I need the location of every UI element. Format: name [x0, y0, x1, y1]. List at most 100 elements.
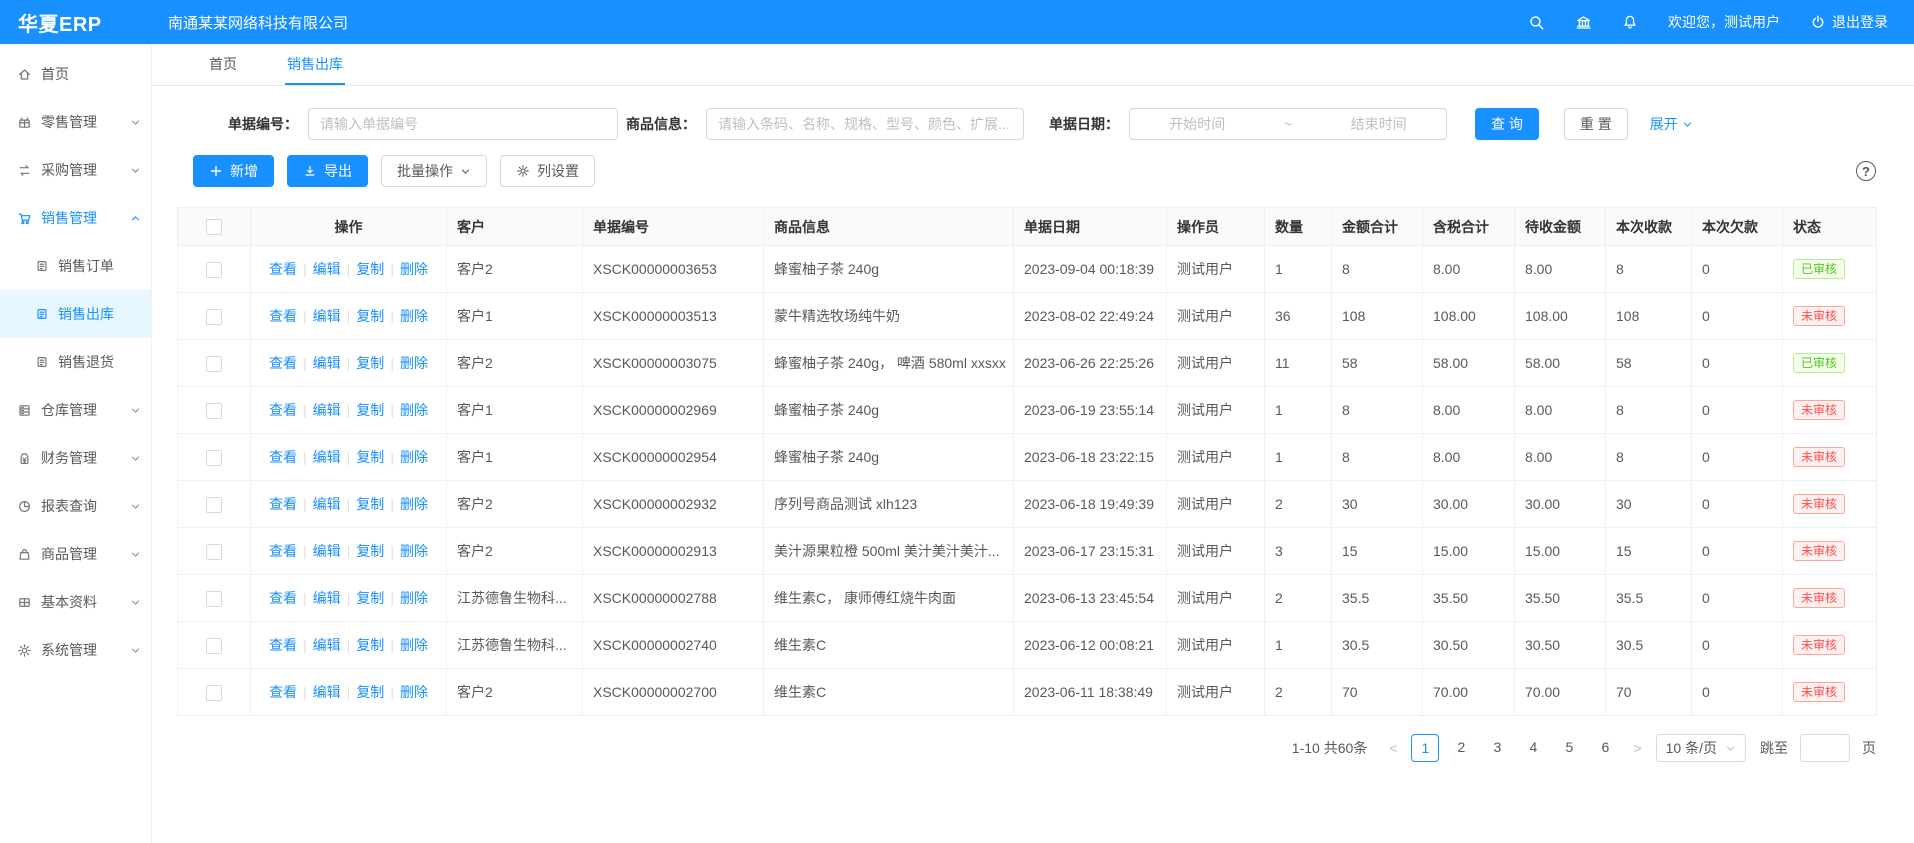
view-link[interactable]: 查看 — [269, 590, 297, 606]
delete-link[interactable]: 删除 — [400, 355, 428, 371]
download-icon — [303, 164, 317, 178]
delete-link[interactable]: 删除 — [400, 402, 428, 418]
app-logo: 华夏ERP — [0, 8, 152, 37]
sidebar-item-finance[interactable]: 财务管理 — [0, 434, 151, 482]
view-link[interactable]: 查看 — [269, 684, 297, 700]
view-link[interactable]: 查看 — [269, 402, 297, 418]
sidebar-subitem-sales-outbound[interactable]: 销售出库 — [0, 290, 151, 338]
export-button[interactable]: 导出 — [287, 155, 368, 187]
table-row: 查看|编辑|复制|删除 客户1 XSCK00000002969 蜂蜜柚子茶 24… — [178, 387, 1877, 434]
copy-link[interactable]: 复制 — [356, 543, 384, 559]
notification-bell-icon[interactable] — [1622, 14, 1638, 30]
copy-link[interactable]: 复制 — [356, 355, 384, 371]
row-checkbox[interactable] — [206, 544, 222, 560]
edit-link[interactable]: 编辑 — [313, 261, 341, 277]
edit-link[interactable]: 编辑 — [313, 402, 341, 418]
delete-link[interactable]: 删除 — [400, 637, 428, 653]
edit-link[interactable]: 编辑 — [313, 496, 341, 512]
page-number-button[interactable]: 4 — [1519, 734, 1547, 762]
copy-link[interactable]: 复制 — [356, 261, 384, 277]
tab-sales-outbound[interactable]: 销售出库 — [285, 44, 345, 85]
page-number-button[interactable]: 3 — [1483, 734, 1511, 762]
sidebar-subitem-sales-return[interactable]: 销售退货 — [0, 338, 151, 386]
next-page-icon[interactable]: > — [1627, 740, 1647, 756]
search-button[interactable]: 查 询 — [1475, 108, 1539, 140]
row-checkbox[interactable] — [206, 685, 222, 701]
view-link[interactable]: 查看 — [269, 637, 297, 653]
add-button[interactable]: 新增 — [193, 155, 274, 187]
select-all-checkbox[interactable] — [206, 219, 222, 235]
delete-link[interactable]: 删除 — [400, 496, 428, 512]
edit-link[interactable]: 编辑 — [313, 355, 341, 371]
row-checkbox[interactable] — [206, 450, 222, 466]
sidebar-item-basic[interactable]: 基本资料 — [0, 578, 151, 626]
view-link[interactable]: 查看 — [269, 449, 297, 465]
sidebar-item-retail[interactable]: 零售管理 — [0, 98, 151, 146]
jump-to-page-input[interactable] — [1800, 734, 1850, 762]
row-checkbox[interactable] — [206, 403, 222, 419]
prev-page-icon[interactable]: < — [1383, 740, 1403, 756]
delete-link[interactable]: 删除 — [400, 308, 428, 324]
search-icon[interactable] — [1528, 14, 1545, 31]
copy-link[interactable]: 复制 — [356, 684, 384, 700]
help-icon[interactable]: ? — [1856, 161, 1876, 181]
row-checkbox[interactable] — [206, 591, 222, 607]
row-checkbox[interactable] — [206, 356, 222, 372]
edit-link[interactable]: 编辑 — [313, 637, 341, 653]
row-checkbox[interactable] — [206, 638, 222, 654]
company-name: 南通某某网络科技有限公司 — [168, 12, 348, 33]
view-link[interactable]: 查看 — [269, 496, 297, 512]
tab-home[interactable]: 首页 — [207, 44, 239, 85]
product-info-input[interactable] — [706, 108, 1024, 140]
delete-link[interactable]: 删除 — [400, 543, 428, 559]
view-link[interactable]: 查看 — [269, 308, 297, 324]
sidebar-item-home[interactable]: 首页 — [0, 50, 151, 98]
view-link[interactable]: 查看 — [269, 543, 297, 559]
copy-link[interactable]: 复制 — [356, 590, 384, 606]
edit-link[interactable]: 编辑 — [313, 543, 341, 559]
delete-link[interactable]: 删除 — [400, 261, 428, 277]
sidebar-item-warehouse[interactable]: 仓库管理 — [0, 386, 151, 434]
copy-link[interactable]: 复制 — [356, 637, 384, 653]
document-icon — [35, 307, 49, 321]
sidebar-subitem-sales-order[interactable]: 销售订单 — [0, 242, 151, 290]
sidebar-item-system[interactable]: 系统管理 — [0, 626, 151, 674]
edit-link[interactable]: 编辑 — [313, 684, 341, 700]
expand-filters-link[interactable]: 展开 — [1650, 114, 1693, 134]
sidebar-item-report[interactable]: 报表查询 — [0, 482, 151, 530]
page-number-button[interactable]: 6 — [1591, 734, 1619, 762]
view-link[interactable]: 查看 — [269, 261, 297, 277]
edit-link[interactable]: 编辑 — [313, 449, 341, 465]
row-checkbox[interactable] — [206, 497, 222, 513]
page-number-button[interactable]: 1 — [1411, 734, 1439, 762]
delete-link[interactable]: 删除 — [400, 684, 428, 700]
logout-button[interactable]: 退出登录 — [1810, 12, 1888, 32]
amount-total-cell: 30.5 — [1332, 622, 1423, 669]
copy-link[interactable]: 复制 — [356, 449, 384, 465]
column-settings-button[interactable]: 列设置 — [500, 155, 595, 187]
copy-link[interactable]: 复制 — [356, 496, 384, 512]
view-link[interactable]: 查看 — [269, 355, 297, 371]
bill-date-cell: 2023-06-18 19:49:39 — [1014, 481, 1167, 528]
row-checkbox[interactable] — [206, 262, 222, 278]
row-checkbox[interactable] — [206, 309, 222, 325]
date-range-picker[interactable]: 开始时间 ~ 结束时间 — [1129, 108, 1447, 140]
page-number-button[interactable]: 5 — [1555, 734, 1583, 762]
edit-link[interactable]: 编辑 — [313, 308, 341, 324]
delete-link[interactable]: 删除 — [400, 449, 428, 465]
copy-link[interactable]: 复制 — [356, 308, 384, 324]
sidebar-item-goods[interactable]: 商品管理 — [0, 530, 151, 578]
owed-cell: 0 — [1692, 669, 1783, 716]
copy-link[interactable]: 复制 — [356, 402, 384, 418]
sidebar-item-purchase[interactable]: 采购管理 — [0, 146, 151, 194]
sidebar-item-sales[interactable]: 销售管理 — [0, 194, 151, 242]
reset-button[interactable]: 重 置 — [1564, 108, 1628, 140]
page-size-select[interactable]: 10 条/页 — [1656, 734, 1746, 762]
product-info-cell: 维生素C， 康师傅红烧牛肉面 — [764, 575, 1014, 622]
page-number-button[interactable]: 2 — [1447, 734, 1475, 762]
edit-link[interactable]: 编辑 — [313, 590, 341, 606]
delete-link[interactable]: 删除 — [400, 590, 428, 606]
batch-actions-button[interactable]: 批量操作 — [381, 155, 487, 187]
platform-icon[interactable] — [1575, 14, 1592, 31]
bill-no-input[interactable] — [308, 108, 618, 140]
